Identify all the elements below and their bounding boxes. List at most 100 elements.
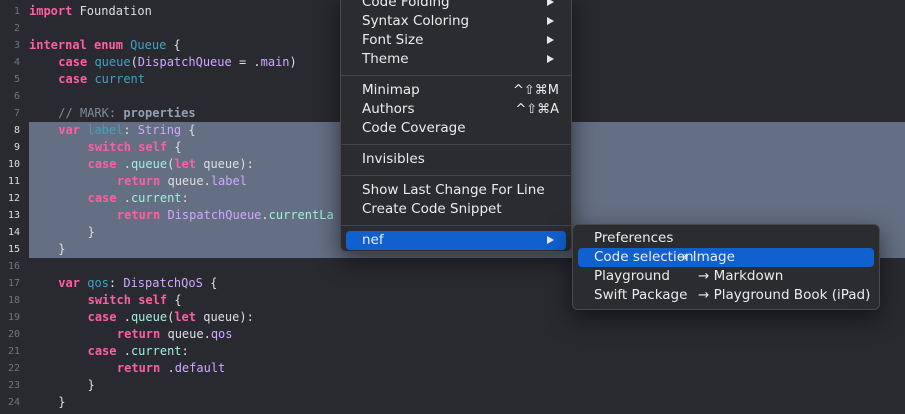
line-number: 6 bbox=[13, 91, 20, 102]
menu-item-label: Syntax Coloring bbox=[362, 13, 470, 29]
code-line[interactable]: 20 return queue.qos bbox=[0, 326, 905, 343]
line-number: 7 bbox=[13, 108, 20, 119]
menu-item-create-code-snippet[interactable]: Create Code Snippet bbox=[346, 200, 566, 219]
menu-shortcut: ^⇧⌘M bbox=[512, 83, 559, 98]
menu-item-label: Create Code Snippet bbox=[362, 201, 502, 217]
submenu-item-playground[interactable]: Playground → Markdown bbox=[578, 267, 874, 286]
code-token: = . bbox=[231, 55, 261, 69]
code-token: qos bbox=[87, 276, 109, 290]
code-token: Foundation bbox=[72, 4, 152, 18]
code-token: current bbox=[130, 191, 182, 205]
code-token: String bbox=[137, 123, 182, 137]
code-text: return DispatchQueue.currentLa bbox=[117, 207, 334, 224]
menu-item-label: Code Folding bbox=[362, 0, 450, 10]
code-text: switch self { bbox=[88, 139, 182, 156]
code-token: case bbox=[87, 191, 117, 205]
menu-separator bbox=[341, 75, 571, 76]
code-token: // MARK: bbox=[58, 106, 124, 120]
submenu-item-label: Preferences bbox=[594, 230, 674, 246]
code-text: case .current: bbox=[88, 190, 189, 207]
menu-item-code-coverage[interactable]: Code Coverage bbox=[346, 119, 566, 138]
code-token: Queue bbox=[130, 38, 167, 52]
menu-item-label: Font Size bbox=[362, 32, 424, 48]
menu-item-nef[interactable]: nef bbox=[346, 231, 566, 250]
code-token: case bbox=[87, 344, 117, 358]
code-token: let bbox=[174, 310, 196, 324]
code-token: qos bbox=[210, 327, 233, 341]
line-number: 2 bbox=[13, 23, 20, 34]
menu-separator bbox=[341, 175, 571, 176]
code-token: queue. bbox=[160, 174, 211, 188]
menu-item-minimap[interactable]: Minimap ^⇧⌘M bbox=[346, 81, 566, 100]
code-token: : bbox=[123, 123, 138, 137]
code-token: queue. bbox=[160, 327, 211, 341]
menu-item-code-folding[interactable]: Code Folding bbox=[346, 0, 566, 12]
line-number: 3 bbox=[13, 40, 20, 51]
code-text: switch self { bbox=[88, 292, 182, 309]
menu-shortcut: ^⇧⌘A bbox=[515, 102, 559, 117]
code-text: } bbox=[88, 224, 95, 241]
code-token: queue): bbox=[196, 157, 254, 171]
menu-item-authors[interactable]: Authors ^⇧⌘A bbox=[346, 100, 566, 119]
code-text: return queue.qos bbox=[117, 326, 233, 343]
submenu-item-swift-package[interactable]: Swift Package → Playground Book (iPad) bbox=[578, 286, 874, 305]
code-token: : bbox=[108, 276, 124, 290]
code-token: let bbox=[174, 157, 196, 171]
submenu-item-preferences[interactable]: Preferences bbox=[578, 229, 874, 248]
code-token: case bbox=[58, 55, 88, 69]
code-token: case bbox=[58, 72, 88, 86]
menu-item-invisibles[interactable]: Invisibles bbox=[346, 150, 566, 169]
line-number: 1 bbox=[13, 6, 20, 17]
code-text: } bbox=[88, 377, 95, 394]
code-token: var bbox=[58, 276, 80, 290]
code-token: . bbox=[160, 361, 175, 375]
code-token: : bbox=[181, 344, 189, 358]
menu-item-label: Code Coverage bbox=[362, 120, 466, 136]
code-token: queue bbox=[130, 157, 168, 171]
code-token: case bbox=[87, 157, 117, 171]
code-token: internal bbox=[29, 38, 87, 52]
line-number: 4 bbox=[13, 57, 20, 68]
line-number: 16 bbox=[7, 261, 20, 272]
line-number: 22 bbox=[7, 363, 20, 374]
code-token: return bbox=[116, 208, 161, 222]
code-token: . bbox=[116, 157, 131, 171]
code-text: import Foundation bbox=[29, 3, 152, 20]
code-line[interactable]: 23} bbox=[0, 377, 905, 394]
menu-item-syntax-coloring[interactable]: Syntax Coloring bbox=[346, 12, 566, 31]
code-token: currentLa bbox=[268, 208, 334, 222]
code-token: DispatchQueue bbox=[167, 208, 262, 222]
submenu-arrow-icon bbox=[547, 36, 554, 44]
code-token: case bbox=[87, 310, 117, 324]
code-token: { bbox=[181, 123, 196, 137]
nef-submenu: Preferences Code selection → Image Playgrou… bbox=[572, 224, 880, 310]
submenu-item-code-selection[interactable]: Code selection → Image bbox=[578, 248, 874, 267]
code-text: case .current: bbox=[88, 343, 189, 360]
line-number: 21 bbox=[7, 346, 20, 357]
code-token: import bbox=[29, 4, 73, 18]
line-number: 13 bbox=[7, 210, 20, 221]
code-token: { bbox=[167, 140, 182, 154]
submenu-item-target: → Playground Book (iPad) bbox=[698, 287, 871, 303]
code-token: return bbox=[116, 174, 161, 188]
code-line[interactable]: 19 case .queue(let queue): bbox=[0, 309, 905, 326]
submenu-arrow-icon bbox=[547, 0, 554, 6]
code-token: . bbox=[116, 310, 131, 324]
menu-item-theme[interactable]: Theme bbox=[346, 50, 566, 69]
submenu-item-label: Swift Package bbox=[594, 287, 688, 303]
line-number: 5 bbox=[13, 74, 20, 85]
code-text: return .default bbox=[117, 360, 225, 377]
submenu-arrow-icon bbox=[547, 55, 554, 63]
code-token: label bbox=[210, 174, 247, 188]
code-token: return bbox=[116, 361, 161, 375]
code-token: queue): bbox=[196, 310, 254, 324]
code-line[interactable]: 24} bbox=[0, 394, 905, 411]
submenu-item-label: Playground bbox=[594, 268, 670, 284]
code-token: properties bbox=[123, 106, 196, 120]
menu-item-show-last-change-for-line[interactable]: Show Last Change For Line bbox=[346, 181, 566, 200]
code-token: . bbox=[261, 208, 269, 222]
menu-item-font-size[interactable]: Font Size bbox=[346, 31, 566, 50]
code-line[interactable]: 22 return .default bbox=[0, 360, 905, 377]
code-line[interactable]: 21 case .current: bbox=[0, 343, 905, 360]
line-number: 20 bbox=[7, 329, 20, 340]
